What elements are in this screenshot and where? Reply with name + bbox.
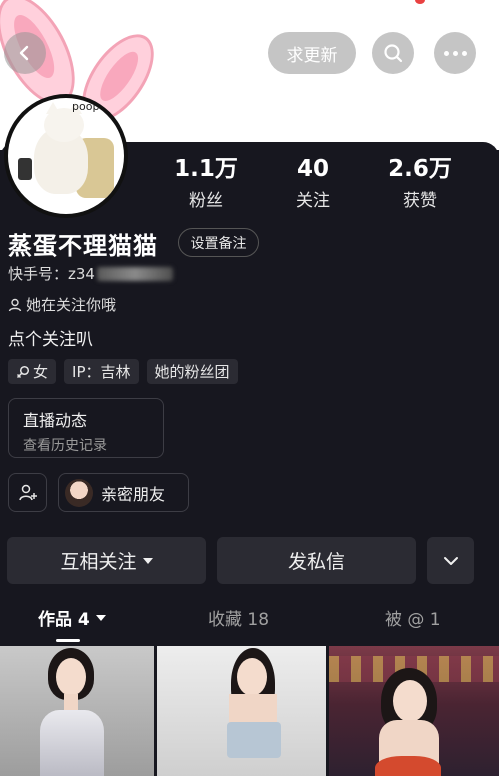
more-icon (443, 50, 467, 56)
video-thumbnail[interactable] (157, 646, 326, 776)
stat-value: 2.6万 (388, 156, 452, 182)
send-message-label: 发私信 (287, 551, 345, 573)
close-friends-button[interactable]: 亲密朋友 (58, 473, 189, 512)
video-thumbnail[interactable] (0, 646, 154, 776)
follows-you-text: 她在关注你哦 (26, 296, 117, 314)
stat-value: 1.1万 (174, 156, 238, 182)
tag-label: IP：吉林 (72, 363, 131, 381)
female-icon (16, 365, 30, 378)
live-title: 直播动态 (23, 411, 88, 430)
profile-tags: 女 IP：吉林 她的粉丝团 (8, 359, 238, 384)
stat-following[interactable]: 40 关注 (273, 156, 353, 211)
nickname: 蒸蛋不理猫猫 (8, 232, 158, 260)
follows-you-indicator: 她在关注你哦 (8, 294, 116, 315)
mutual-follow-label: 互相关注 (60, 551, 137, 573)
stat-label: 粉丝 (189, 191, 223, 211)
chevron-down-icon (443, 556, 458, 565)
stat-label: 关注 (296, 191, 330, 211)
user-id-redacted (96, 266, 173, 281)
tab-label: 作品 4 (38, 610, 90, 630)
works-grid (0, 646, 499, 776)
stat-label: 获赞 (403, 191, 437, 211)
friend-avatar (65, 478, 93, 507)
tag-ip-location: IP：吉林 (64, 359, 139, 384)
close-friends-label: 亲密朋友 (101, 484, 166, 504)
live-subtitle: 查看历史记录 (23, 438, 107, 454)
avatar[interactable]: poop (4, 94, 128, 218)
tab-label: 被 @ 1 (385, 610, 441, 630)
request-update-button[interactable]: 求更新 (268, 32, 356, 74)
set-remark-button[interactable]: 设置备注 (178, 228, 259, 257)
expand-button[interactable] (427, 537, 474, 584)
back-icon (19, 45, 29, 61)
tab-label: 收藏 18 (208, 610, 270, 630)
search-icon (384, 44, 403, 63)
user-id: 快手号：z34 (8, 263, 173, 284)
tab-works[interactable]: 作品 4 (38, 605, 106, 630)
avatar-image: poop (8, 98, 124, 214)
tag-label: 女 (33, 363, 49, 381)
back-button[interactable] (4, 32, 46, 74)
tab-favorites[interactable]: 收藏 18 (208, 605, 269, 630)
caret-down-icon (95, 614, 106, 621)
stat-value: 40 (296, 156, 329, 182)
video-thumbnail[interactable] (329, 646, 499, 776)
content-tabs: 作品 4 收藏 18 被 @ 1 (0, 605, 499, 642)
send-message-button[interactable]: 发私信 (217, 537, 416, 584)
caret-down-icon (142, 557, 153, 564)
decoration-mark (415, 0, 425, 4)
mutual-follow-button[interactable]: 互相关注 (7, 537, 206, 584)
tag-fan-group[interactable]: 她的粉丝团 (146, 359, 238, 384)
tab-mentions[interactable]: 被 @ 1 (385, 605, 441, 630)
person-icon (8, 298, 22, 311)
avatar-sticker-text: poop (72, 100, 100, 113)
active-tab-indicator (56, 639, 80, 642)
more-button[interactable] (434, 32, 476, 74)
search-button[interactable] (372, 32, 414, 74)
stat-likes[interactable]: 2.6万 获赞 (380, 156, 460, 211)
tag-label: 她的粉丝团 (154, 363, 230, 381)
user-id-text: 快手号：z34 (8, 265, 95, 283)
stat-followers[interactable]: 1.1万 粉丝 (166, 156, 246, 211)
bio: 点个关注叭 (8, 330, 93, 350)
add-person-icon (18, 484, 37, 500)
live-history-card[interactable]: 直播动态 查看历史记录 (8, 398, 164, 458)
tag-gender: 女 (8, 359, 57, 384)
add-friend-button[interactable] (8, 473, 47, 512)
